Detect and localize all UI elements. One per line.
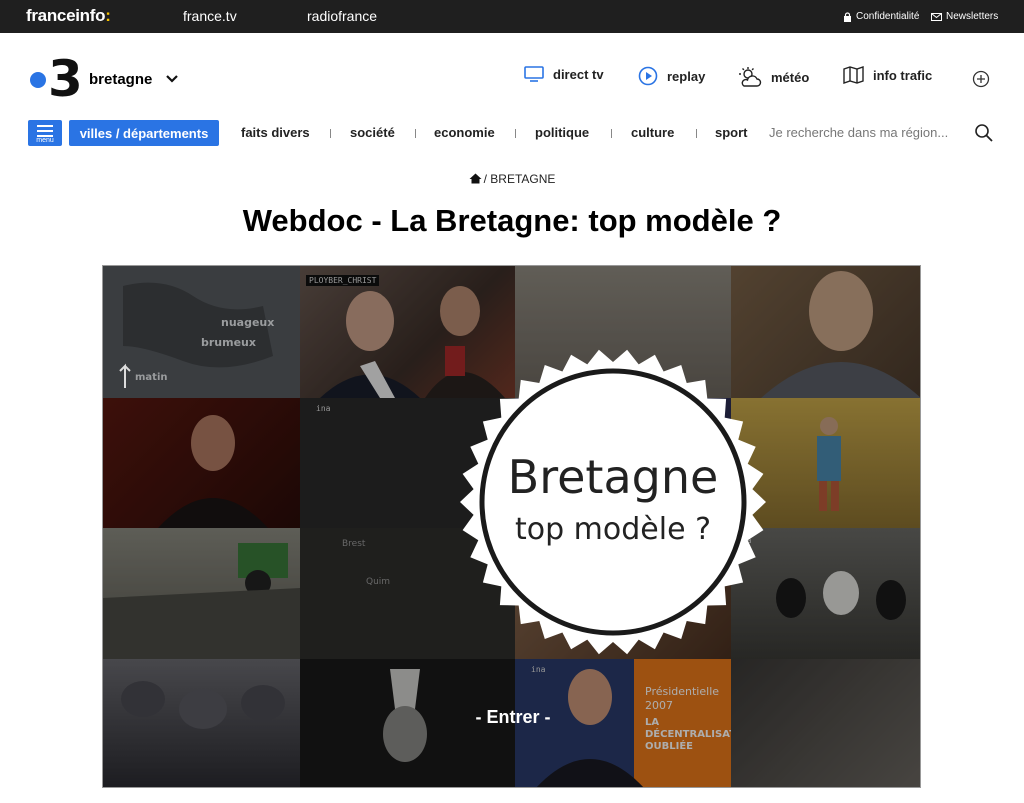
lace-photo-tile bbox=[731, 659, 920, 787]
france3-logo[interactable]: 3 bbox=[28, 50, 88, 108]
nav-separator bbox=[415, 129, 416, 138]
map-icon bbox=[843, 66, 864, 84]
mail-icon bbox=[931, 12, 942, 21]
home-icon[interactable] bbox=[469, 173, 482, 184]
nav-separator bbox=[611, 129, 612, 138]
direct-tv-link[interactable]: direct tv bbox=[524, 66, 604, 82]
play-icon bbox=[638, 66, 658, 86]
nav-item-economie[interactable]: economie bbox=[434, 125, 495, 140]
weather-caption-3: matin bbox=[135, 372, 168, 383]
privacy-link[interactable]: Confidentialité bbox=[843, 11, 919, 22]
chevron-down-icon[interactable] bbox=[164, 71, 180, 87]
weather-map-tile: nuageux brumeux matin bbox=[103, 266, 300, 398]
villes-departements-button[interactable]: villes / départements bbox=[69, 120, 219, 146]
nav-separator bbox=[515, 129, 516, 138]
newsletters-link[interactable]: Newsletters bbox=[931, 11, 998, 22]
direct-tv-label: direct tv bbox=[553, 66, 604, 82]
tv-icon bbox=[524, 66, 544, 82]
breadcrumb: / BRETAGNE bbox=[0, 172, 1024, 186]
nav-separator bbox=[330, 129, 331, 138]
webdoc-mosaic[interactable]: nuageux brumeux matin PLOYBER_CHRIST ina B… bbox=[102, 265, 921, 788]
nav-item-sport[interactable]: sport bbox=[715, 125, 748, 140]
page-title: Webdoc - La Bretagne: top modèle ? bbox=[242, 203, 782, 238]
weather-icon bbox=[739, 67, 762, 87]
meteo-link[interactable]: météo bbox=[737, 66, 809, 88]
radiofrance-link[interactable]: radiofrance bbox=[307, 8, 377, 24]
replay-link[interactable]: replay bbox=[638, 66, 705, 86]
enter-button[interactable]: - Entrer - bbox=[463, 707, 563, 728]
search-icon[interactable] bbox=[974, 123, 994, 143]
nav-item-culture[interactable]: culture bbox=[631, 125, 674, 140]
speech-photo-tile bbox=[103, 398, 300, 528]
info-trafic-label: info trafic bbox=[873, 67, 933, 83]
riot-police-tile bbox=[103, 659, 300, 787]
nav-separator bbox=[696, 129, 697, 138]
privacy-label: Confidentialité bbox=[856, 11, 920, 22]
newsletters-label: Newsletters bbox=[946, 11, 999, 22]
menu-label: menu bbox=[36, 137, 54, 144]
plus-circle-icon[interactable] bbox=[972, 70, 990, 88]
badge-title: Bretagne bbox=[507, 450, 719, 504]
logo-number: 3 bbox=[48, 54, 83, 100]
badge-subtitle: top modèle ? bbox=[514, 512, 712, 547]
search-input[interactable]: Je recherche dans ma région... bbox=[769, 125, 948, 140]
tractor-protest-tile bbox=[103, 528, 300, 659]
weather-caption-2: brumeux bbox=[201, 336, 256, 349]
france-tv-link[interactable]: france.tv bbox=[183, 8, 237, 24]
region-selector[interactable]: bretagne bbox=[89, 71, 152, 88]
lock-icon bbox=[844, 11, 851, 22]
weather-caption-1: nuageux bbox=[221, 316, 274, 329]
franceinfo-logo[interactable]: franceinfo: bbox=[26, 6, 111, 26]
breadcrumb-bretagne[interactable]: BRETAGNE bbox=[490, 172, 555, 186]
meteo-label: météo bbox=[771, 69, 810, 85]
top-bar: franceinfo: france.tv radiofrance Confid… bbox=[0, 0, 1024, 33]
nav-item-societe[interactable]: société bbox=[350, 125, 395, 140]
replay-label: replay bbox=[667, 68, 706, 84]
nav-item-politique[interactable]: politique bbox=[535, 125, 589, 140]
menu-button[interactable]: menu bbox=[28, 120, 62, 146]
nav-item-faits-divers[interactable]: faits divers bbox=[241, 125, 310, 140]
info-trafic-link[interactable]: info trafic bbox=[843, 66, 932, 84]
breadcrumb-separator: / bbox=[483, 172, 487, 186]
